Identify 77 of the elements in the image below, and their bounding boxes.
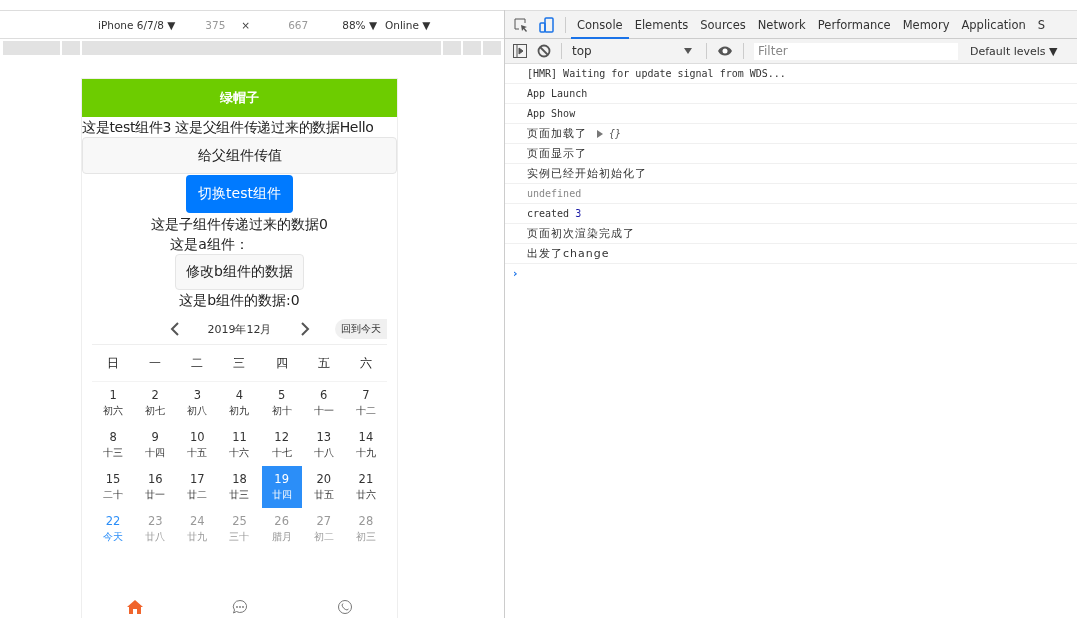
calendar-day[interactable]: 12 十七: [260, 424, 303, 466]
devtools-tab[interactable]: Network: [751, 11, 812, 38]
log-message: 页面初次渲染完成了: [527, 226, 635, 241]
log-message: App Launch: [527, 88, 588, 99]
phone-icon[interactable]: [336, 599, 353, 615]
calendar-day[interactable]: 4 初九: [218, 382, 261, 424]
devtools-tab[interactable]: Performance: [811, 11, 897, 38]
switch-button[interactable]: 切换test组件: [186, 175, 293, 213]
console-prompt[interactable]: ›: [513, 267, 518, 280]
calendar-day[interactable]: 16 廿一: [134, 466, 177, 508]
home-icon[interactable]: [125, 599, 144, 615]
log-number: 3: [574, 208, 582, 219]
back-to-today-button[interactable]: 回到今天: [335, 319, 387, 339]
log-message: 页面加载了: [527, 126, 587, 141]
context-select[interactable]: top: [572, 44, 696, 58]
chat-icon[interactable]: [231, 599, 248, 615]
log-message: 页面显示了: [527, 146, 587, 161]
log-message: created: [527, 208, 570, 219]
b-data-text: 这是b组件的数据:0: [179, 291, 300, 310]
log-object: {}: [609, 128, 622, 139]
network-select[interactable]: Online ▼: [385, 18, 431, 31]
next-month-icon[interactable]: [299, 322, 310, 336]
sidebar-icon[interactable]: [513, 44, 527, 58]
inspect-icon[interactable]: [513, 16, 529, 33]
devtools-tab[interactable]: Sources: [694, 11, 752, 38]
log-message: [HMR] Waiting for update signal from WDS...: [527, 68, 786, 79]
weekday-label: 三: [232, 354, 247, 372]
modify-button[interactable]: 修改b组件的数据: [175, 254, 304, 290]
weekday-label: 四: [274, 354, 289, 372]
child-data-text: 这是子组件传递过来的数据0: [151, 215, 328, 234]
weekday-label: 五: [316, 354, 331, 372]
calendar-day[interactable]: 8 十三: [92, 424, 135, 466]
prev-month-icon[interactable]: [169, 322, 180, 336]
devtools-tab[interactable]: S: [1031, 11, 1052, 38]
calendar-day[interactable]: 22 今天: [92, 508, 135, 550]
devtools-tab[interactable]: Application: [955, 11, 1032, 38]
log-message: undefined: [527, 188, 582, 199]
calendar-day[interactable]: 13 十八: [302, 424, 345, 466]
weekday-label: 六: [358, 354, 373, 372]
weekday-label: 日: [106, 354, 121, 372]
device-select[interactable]: iPhone 6/7/8 ▼: [98, 18, 176, 31]
calendar-day[interactable]: 18 廿三: [218, 466, 261, 508]
nav-title: 绿帽子: [220, 89, 259, 107]
calendar-day[interactable]: 1 初六: [92, 382, 135, 424]
log-levels-select[interactable]: Default levels ▼: [970, 44, 1058, 58]
caret-icon: [684, 48, 692, 54]
log-message: App Show: [527, 108, 576, 119]
zoom-select[interactable]: 88% ▼: [342, 18, 377, 31]
pass-value-button[interactable]: 给父组件传值: [82, 137, 397, 174]
calendar-day[interactable]: 14 十九: [344, 424, 387, 466]
calendar-day[interactable]: 17 廿二: [176, 466, 219, 508]
calendar-day[interactable]: 6 十一: [302, 382, 345, 424]
a-component-text: 这是a组件：: [170, 235, 249, 254]
calendar-day[interactable]: 5 初十: [260, 382, 303, 424]
month-title: 2019年12月: [207, 321, 272, 337]
times-sign: ×: [241, 18, 251, 31]
devtools-tab[interactable]: Elements: [628, 11, 695, 38]
expand-icon[interactable]: [597, 129, 603, 138]
device-toggle-icon[interactable]: [539, 16, 555, 33]
calendar-day[interactable]: 15 二十: [92, 466, 135, 508]
calendar-day[interactable]: 10 十五: [176, 424, 219, 466]
weekday-label: 一: [148, 354, 163, 372]
calendar-day[interactable]: 2 初七: [134, 382, 177, 424]
eye-icon[interactable]: [717, 45, 733, 57]
calendar-day[interactable]: 3 初八: [176, 382, 219, 424]
calendar-day[interactable]: 9 十四: [134, 424, 177, 466]
calendar-day[interactable]: 7 十二: [344, 382, 387, 424]
calendar-day[interactable]: 21 廿六: [344, 466, 387, 508]
filter-field[interactable]: Filter: [754, 42, 958, 60]
devtools-tab[interactable]: Memory: [896, 11, 956, 38]
log-message: 出发了change: [527, 246, 610, 261]
calendar-day[interactable]: 20 廿五: [302, 466, 345, 508]
clear-icon[interactable]: [537, 44, 551, 58]
calendar-day[interactable]: 11 十六: [218, 424, 261, 466]
weekday-label: 二: [190, 354, 205, 372]
log-message: 实例已经开始初始化了: [527, 166, 647, 181]
component-text: 这是test组件3 这是父组件传递过来的数据Hello: [82, 118, 375, 137]
